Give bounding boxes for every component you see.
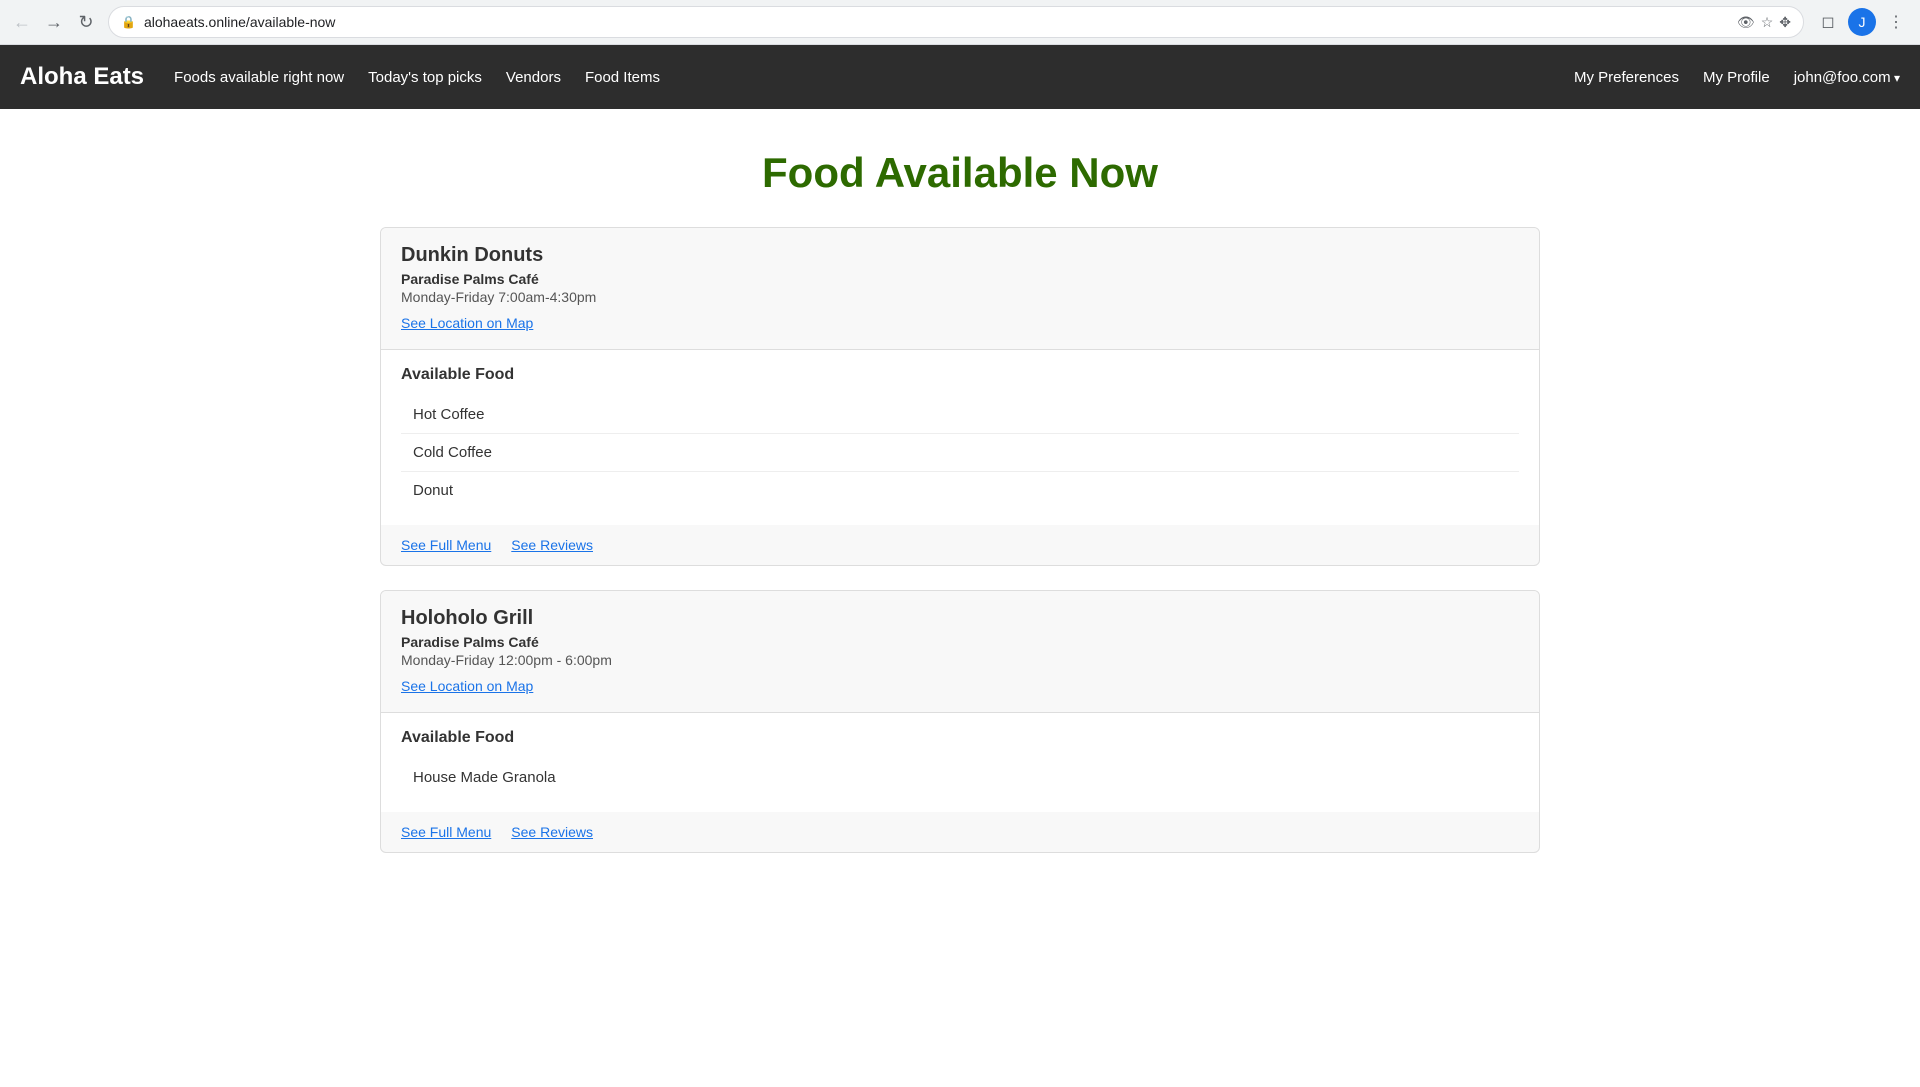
navbar: Aloha Eats Foods available right now Tod… (0, 45, 1920, 109)
main-content: Food Available Now Dunkin Donuts Paradis… (360, 109, 1560, 897)
food-item: Donut (401, 472, 1519, 509)
nav-link-food-items[interactable]: Food Items (585, 69, 660, 86)
page-title: Food Available Now (380, 149, 1540, 197)
restaurant-hours-dunkin-donuts: Monday-Friday 7:00am-4:30pm (401, 289, 1519, 305)
forward-button[interactable]: → (40, 8, 68, 36)
navbar-right: My Preferences My Profile john@foo.com (1574, 69, 1900, 86)
user-avatar[interactable]: J (1848, 8, 1876, 36)
back-button[interactable]: ← (8, 8, 36, 36)
nav-link-top-picks[interactable]: Today's top picks (368, 69, 482, 86)
url-input[interactable] (144, 14, 1729, 30)
browser-chrome: ← → ↻ 🔒 👁︎ ☆ ✥ ◻ J ⋮ (0, 0, 1920, 45)
address-bar-icons: 👁︎ ☆ ✥ (1737, 14, 1791, 31)
browser-nav-buttons: ← → ↻ (8, 8, 100, 36)
star-icon[interactable]: ☆ (1761, 14, 1774, 31)
restaurant-footer-dunkin-donuts: See Full Menu See Reviews (381, 525, 1539, 565)
restaurant-name-dunkin-donuts: Dunkin Donuts (401, 244, 1519, 267)
nav-link-my-preferences[interactable]: My Preferences (1574, 69, 1679, 86)
nav-link-vendors[interactable]: Vendors (506, 69, 561, 86)
nav-link-available-now[interactable]: Foods available right now (174, 69, 344, 86)
restaurant-name-holoholo-grill: Holoholo Grill (401, 607, 1519, 630)
map-link-dunkin-donuts[interactable]: See Location on Map (401, 315, 533, 331)
restaurant-footer-holoholo-grill: See Full Menu See Reviews (381, 812, 1539, 852)
sidebar-button[interactable]: ◻ (1812, 6, 1844, 38)
restaurant-location-dunkin-donuts: Paradise Palms Café (401, 271, 1519, 287)
reviews-link-holoholo-grill[interactable]: See Reviews (511, 824, 593, 840)
chrome-menu-button[interactable]: ⋮ (1880, 6, 1912, 38)
navbar-brand[interactable]: Aloha Eats (20, 63, 144, 91)
browser-toolbar: ← → ↻ 🔒 👁︎ ☆ ✥ ◻ J ⋮ (0, 0, 1920, 44)
restaurant-card-holoholo-grill: Holoholo Grill Paradise Palms Café Monda… (380, 590, 1540, 853)
refresh-button[interactable]: ↻ (72, 8, 100, 36)
food-item: Hot Coffee (401, 396, 1519, 434)
address-bar[interactable]: 🔒 👁︎ ☆ ✥ (108, 6, 1804, 38)
full-menu-link-dunkin-donuts[interactable]: See Full Menu (401, 537, 491, 553)
eye-slash-icon: 👁︎ (1737, 14, 1755, 31)
extension-icon[interactable]: ✥ (1779, 14, 1791, 31)
reviews-link-dunkin-donuts[interactable]: See Reviews (511, 537, 593, 553)
map-link-holoholo-grill[interactable]: See Location on Map (401, 678, 533, 694)
nav-link-my-profile[interactable]: My Profile (1703, 69, 1770, 86)
browser-toolbar-right: ◻ J ⋮ (1812, 6, 1912, 38)
available-food-holoholo-grill: Available Food House Made Granola (381, 713, 1539, 812)
available-food-dunkin-donuts: Available Food Hot Coffee Cold Coffee Do… (381, 350, 1539, 525)
food-item: House Made Granola (401, 759, 1519, 796)
full-menu-link-holoholo-grill[interactable]: See Full Menu (401, 824, 491, 840)
nav-link-account[interactable]: john@foo.com (1794, 69, 1900, 86)
available-food-title-holoholo-grill: Available Food (401, 729, 1519, 747)
food-item: Cold Coffee (401, 434, 1519, 472)
restaurant-card-dunkin-donuts: Dunkin Donuts Paradise Palms Café Monday… (380, 227, 1540, 566)
restaurant-hours-holoholo-grill: Monday-Friday 12:00pm - 6:00pm (401, 652, 1519, 668)
security-icon: 🔒 (121, 15, 136, 29)
available-food-title-dunkin-donuts: Available Food (401, 366, 1519, 384)
restaurant-header-holoholo-grill: Holoholo Grill Paradise Palms Café Monda… (381, 591, 1539, 713)
restaurant-header-dunkin-donuts: Dunkin Donuts Paradise Palms Café Monday… (381, 228, 1539, 350)
restaurant-location-holoholo-grill: Paradise Palms Café (401, 634, 1519, 650)
navbar-links: Foods available right now Today's top pi… (174, 69, 1574, 86)
